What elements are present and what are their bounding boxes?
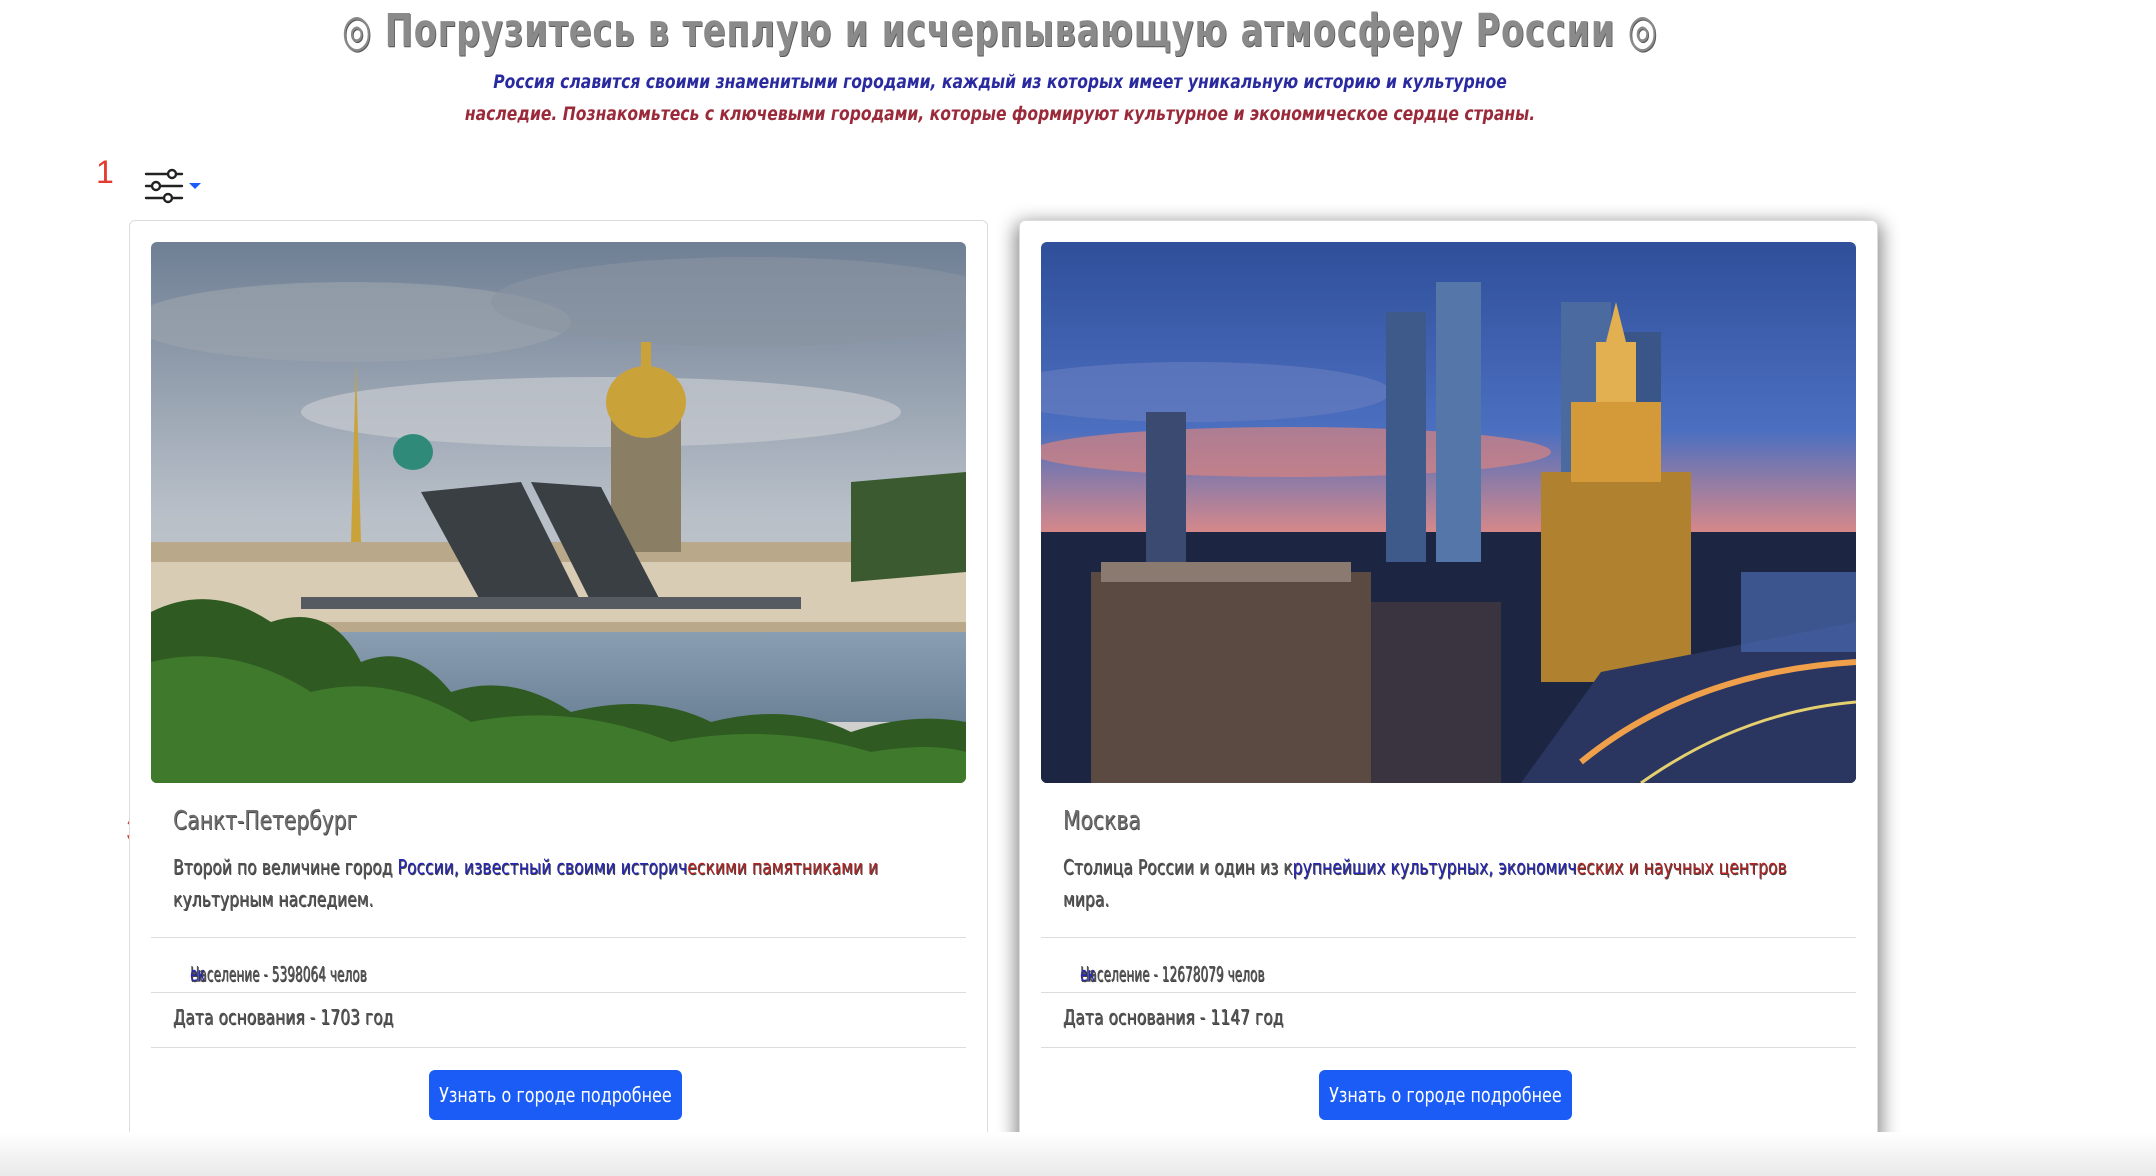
subtitle-line-2: наследие. Познакомьтесь с ключевыми горо…: [464, 103, 1536, 125]
city-title: Санкт-Петербург: [173, 806, 358, 836]
divider: [1041, 1047, 1856, 1048]
city-description: Второй по величине город России, известн…: [173, 855, 879, 911]
city-card-moscow: Москва Столица России и один из крупнейш…: [1019, 220, 1878, 1162]
learn-more-button[interactable]: Узнать о городе подробнее: [429, 1070, 682, 1120]
caret-down-icon: [189, 183, 201, 189]
annotation-marker-1: 1: [96, 154, 114, 190]
founded-text: Дата основания - 1147 год: [1063, 1005, 1284, 1029]
filter-button[interactable]: [144, 162, 208, 210]
subtitle-line-1: Россия славится своими знаменитыми город…: [493, 71, 1507, 93]
page-title: ◎ Погрузитесь в теплую и исчерпывающую а…: [342, 4, 1658, 57]
founded-row: Дата основания - 1703 год: [151, 992, 966, 1047]
learn-more-button[interactable]: Узнать о городе подробнее: [1319, 1070, 1572, 1120]
sliders-icon: [144, 168, 184, 204]
city-photo-moscow: [1041, 242, 1856, 783]
population-text: Население - 5398064 челов: [190, 962, 367, 986]
city-card-saint-petersburg: Санкт-Петербург Второй по величине город…: [129, 220, 988, 1162]
divider: [151, 1047, 966, 1048]
population-text: Население - 12678079 челов: [1080, 962, 1265, 986]
founded-text: Дата основания - 1703 год: [173, 1005, 394, 1029]
page-subtitle: Россия славится своими знаменитыми город…: [180, 66, 1820, 130]
city-photo-saint-petersburg: [151, 242, 966, 783]
population-row: Население - 5398064 челов ек: [151, 937, 966, 992]
founded-row: Дата основания - 1147 год: [1041, 992, 1856, 1047]
city-title: Москва: [1063, 806, 1141, 836]
city-description: Столица России и один из крупнейших куль…: [1063, 855, 1787, 911]
population-row: Население - 12678079 челов ек: [1041, 937, 1856, 992]
page-bottom-fade: [0, 1132, 2156, 1176]
